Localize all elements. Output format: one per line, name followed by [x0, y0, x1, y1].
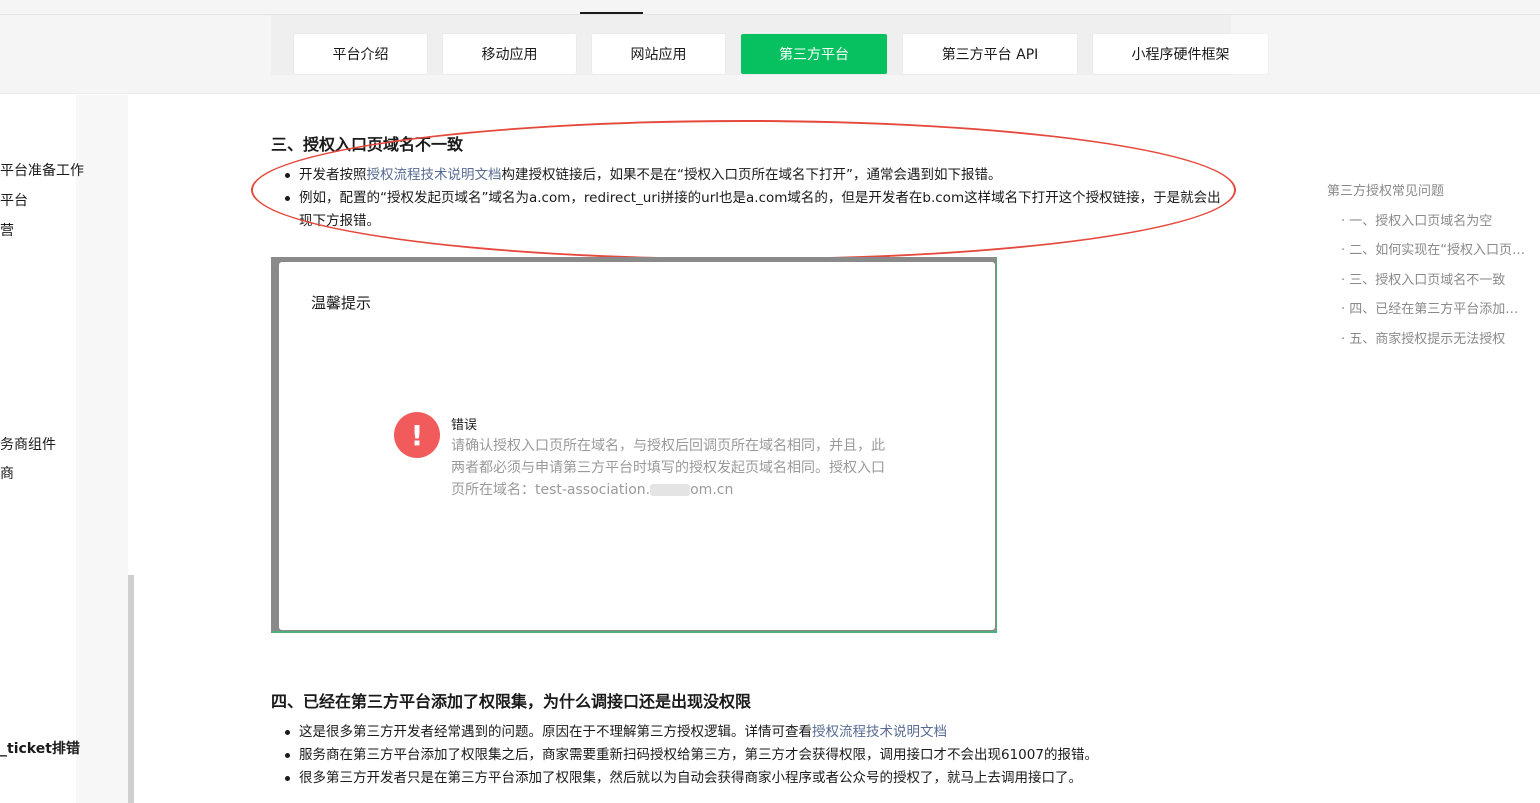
bullet-text: 例如，配置的“授权发起页域名”域名为a.com，redirect_uri拼接的u…	[299, 190, 1221, 229]
tab-third-party-api[interactable]: 第三方平台 API	[903, 34, 1077, 74]
auth-doc-link[interactable]: 授权流程技术说明文档	[367, 167, 502, 183]
sidebar-gutter	[76, 95, 128, 803]
bullet-text: 很多第三方开发者只是在第三方平台添加了权限集，然后就以为自动会获得商家小程序或者…	[299, 770, 1082, 786]
section3-list: 开发者按照授权流程技术说明文档构建授权链接后，如果不是在“授权入口页所在域名下打…	[271, 164, 1231, 233]
sidebar-item-operation[interactable]: 营	[0, 220, 14, 240]
sidebar-scrollbar[interactable]	[128, 575, 134, 803]
section3-heading: 三、授权入口页域名不一致	[271, 135, 464, 154]
error-screenshot: 温馨提示 ! 错误 请确认授权入口页所在域名，与授权后回调页所在域名相同，并且，…	[271, 257, 997, 633]
bullet-text: 这是很多第三方开发者经常遇到的问题。原因在于不理解第三方授权逻辑。详情可查看	[299, 724, 812, 740]
sidebar-item-platform-prep[interactable]: 平台准备工作	[0, 160, 84, 180]
platform-tabs: 平台介绍 移动应用 网站应用 第三方平台 第三方平台 API 小程序硬件框架	[294, 34, 1268, 74]
toc-item-2[interactable]: · 二、如何实现在“授权入口页所在域名下打开”	[1341, 239, 1526, 258]
sidebar-item-provider[interactable]: 商	[0, 463, 14, 483]
list-item: 开发者按照授权流程技术说明文档构建授权链接后，如果不是在“授权入口页所在域名下打…	[271, 164, 1231, 187]
redacted-mask	[650, 484, 691, 496]
sidebar-item-platform[interactable]: 平台	[0, 190, 28, 210]
dialog-title: 温馨提示	[311, 294, 372, 312]
toc-title: 第三方授权常见问题	[1327, 184, 1445, 199]
error-description: 请确认授权入口页所在域名，与授权后回调页所在域名相同，并且，此两者都必须与申请第…	[451, 435, 891, 501]
bullet-text: 构建授权链接后，如果不是在“授权入口页所在域名下打开”，通常会遇到如下报错。	[501, 167, 1002, 183]
toc-item-3[interactable]: · 三、授权入口页域名不一致	[1341, 269, 1526, 288]
error-dialog: 温馨提示 ! 错误 请确认授权入口页所在域名，与授权后回调页所在域名相同，并且，…	[279, 262, 995, 630]
error-title: 错误	[451, 418, 478, 433]
tab-third-party-platform[interactable]: 第三方平台	[741, 34, 887, 74]
tab-platform-intro[interactable]: 平台介绍	[294, 34, 427, 74]
bullet-text: 开发者按照	[299, 167, 367, 183]
list-item: 很多第三方开发者只是在第三方平台添加了权限集，然后就以为自动会获得商家小程序或者…	[271, 767, 1231, 790]
top-nav-active-indicator	[580, 12, 643, 14]
auth-doc-link-2[interactable]: 授权流程技术说明文档	[812, 724, 947, 740]
list-item: 服务商在第三方平台添加了权限集之后，商家需要重新扫码授权给第三方，第三方才会获得…	[271, 744, 1231, 767]
error-icon: !	[394, 412, 440, 458]
list-item: 这是很多第三方开发者经常遇到的问题。原因在于不理解第三方授权逻辑。详情可查看授权…	[271, 721, 1231, 744]
sidebar-item-service-component[interactable]: 务商组件	[0, 434, 56, 454]
tab-mobile-app[interactable]: 移动应用	[443, 34, 576, 74]
bullet-text: 服务商在第三方平台添加了权限集之后，商家需要重新扫码授权给第三方，第三方才会获得…	[299, 747, 1098, 763]
sidebar-item-ticket-troubleshoot[interactable]: _ticket排错	[0, 738, 80, 758]
list-item: 例如，配置的“授权发起页域名”域名为a.com，redirect_uri拼接的u…	[271, 187, 1231, 233]
tab-website-app[interactable]: 网站应用	[592, 34, 725, 74]
toc-item-1[interactable]: · 一、授权入口页域名为空	[1341, 210, 1526, 229]
error-text-tail: om.cn	[690, 482, 734, 498]
toc-item-4[interactable]: · 四、已经在第三方平台添加了权限集，为什么调接口还是出现没权限	[1341, 298, 1526, 317]
tab-miniprogram-hardware[interactable]: 小程序硬件框架	[1093, 34, 1268, 74]
section4-list: 这是很多第三方开发者经常遇到的问题。原因在于不理解第三方授权逻辑。详情可查看授权…	[271, 721, 1231, 790]
section4-heading: 四、已经在第三方平台添加了权限集，为什么调接口还是出现没权限	[271, 692, 752, 711]
toc-item-5[interactable]: · 五、商家授权提示无法授权	[1341, 328, 1526, 347]
